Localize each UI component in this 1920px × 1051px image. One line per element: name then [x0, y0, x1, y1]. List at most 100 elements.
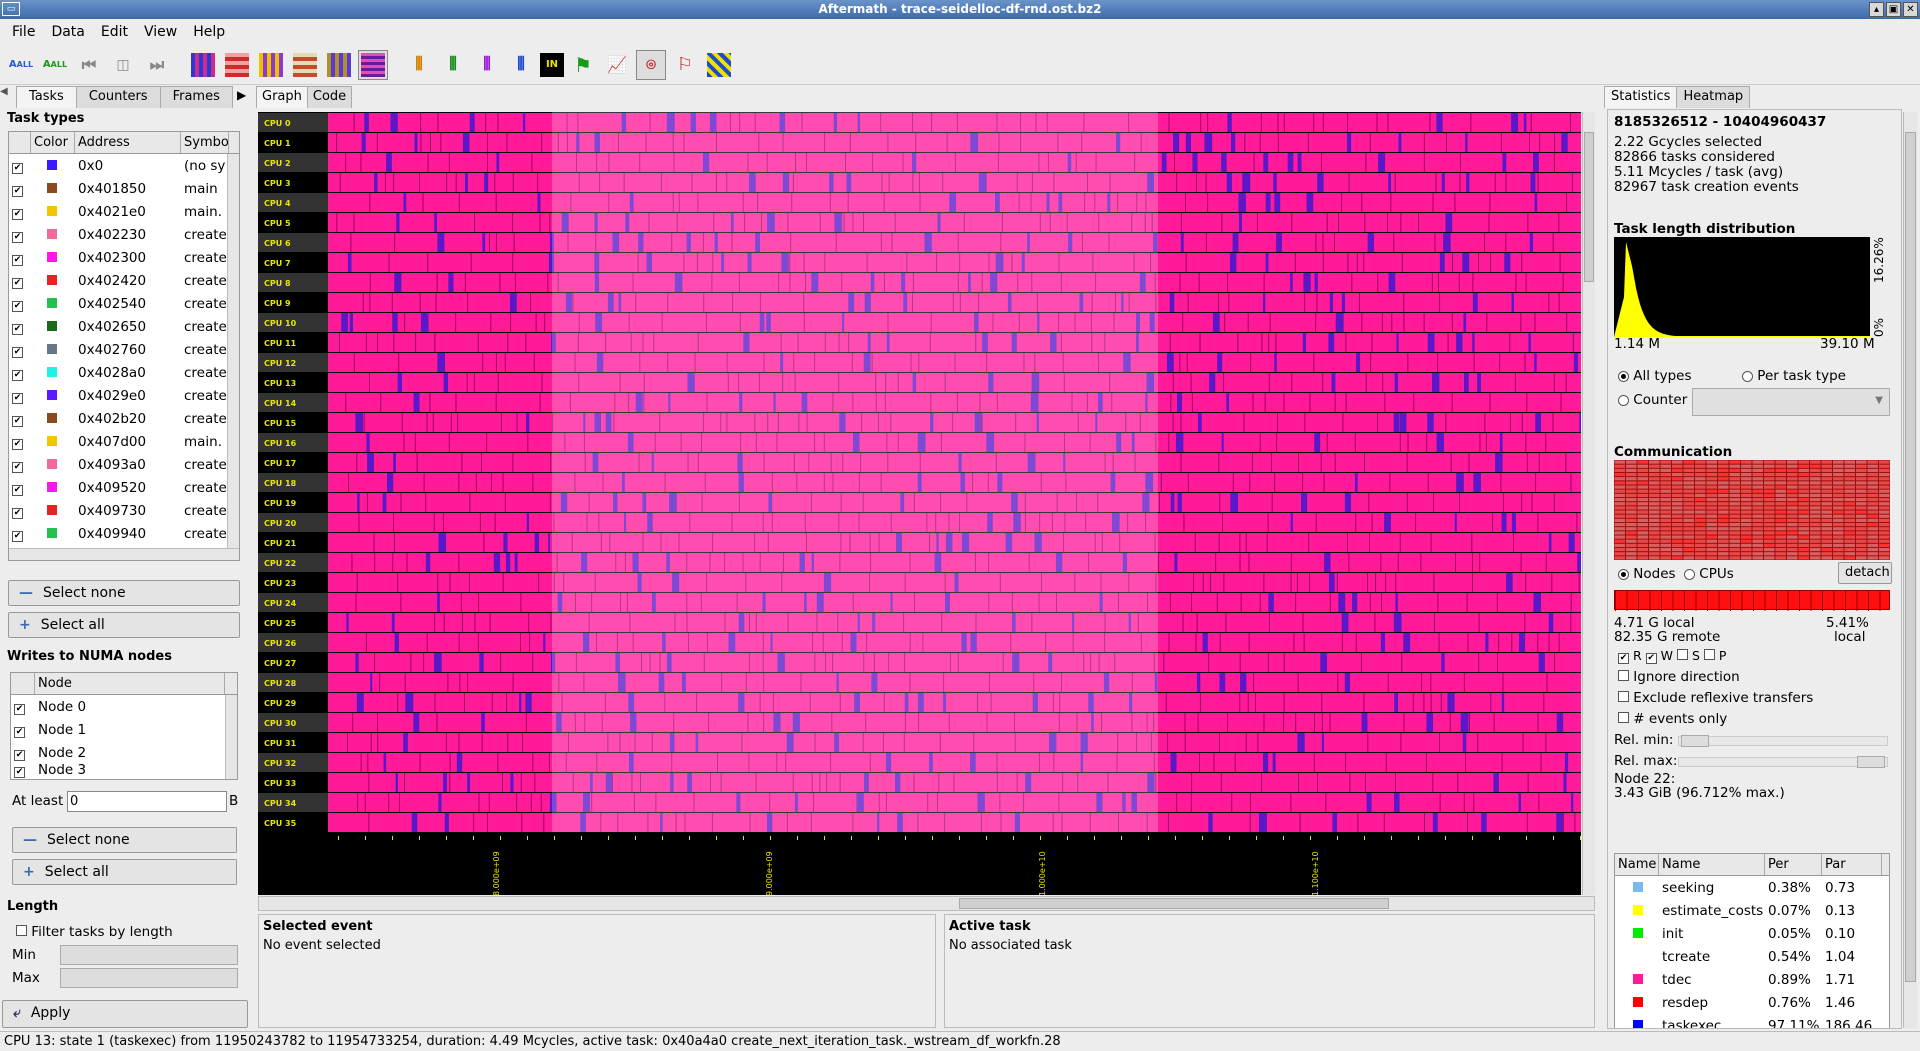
task-state-mark[interactable] [481, 713, 485, 732]
task-state-mark[interactable] [1252, 393, 1254, 412]
task-state-mark[interactable] [443, 613, 445, 632]
task-state-mark[interactable] [1287, 153, 1294, 172]
task-state-mark[interactable] [1421, 673, 1423, 692]
task-state-mark[interactable] [537, 193, 541, 212]
task-state-mark[interactable] [1322, 113, 1324, 132]
task-state-mark[interactable] [1569, 113, 1571, 132]
task-state-mark[interactable] [353, 353, 355, 372]
task-type-color-swatch[interactable] [47, 159, 57, 170]
task-state-mark[interactable] [423, 473, 425, 492]
task-state-mark[interactable] [1436, 113, 1443, 132]
task-state-mark[interactable] [1167, 813, 1169, 832]
task-type-checkbox[interactable]: ✔ [12, 300, 23, 312]
graph-vscrollbar[interactable] [1582, 112, 1595, 895]
task-state-mark[interactable] [1322, 233, 1324, 252]
task-state-mark[interactable] [1221, 433, 1224, 452]
task-state-mark[interactable] [400, 593, 402, 612]
task-state-mark[interactable] [539, 213, 541, 232]
task-state-mark[interactable] [1265, 193, 1271, 212]
task-state-mark[interactable] [1268, 373, 1270, 392]
task-state-mark[interactable] [1184, 713, 1186, 732]
task-state-mark[interactable] [482, 233, 486, 252]
task-state-mark[interactable] [1501, 513, 1507, 532]
task-state-mark[interactable] [465, 173, 468, 192]
task-type-color-swatch[interactable] [47, 251, 57, 262]
task-state-mark[interactable] [1315, 313, 1317, 332]
task-state-mark[interactable] [1337, 673, 1339, 692]
task-type-color-swatch[interactable] [47, 389, 57, 400]
task-state-mark[interactable] [1296, 573, 1298, 592]
task-state-mark[interactable] [1180, 213, 1182, 232]
task-state-mark[interactable] [1426, 713, 1434, 732]
task-state-mark[interactable] [1463, 373, 1469, 392]
task-state-mark[interactable] [1208, 653, 1210, 672]
task-state-mark[interactable] [1548, 613, 1554, 632]
task-type-checkbox[interactable]: ✔ [12, 277, 23, 289]
numa-select-none-button[interactable]: — Select none [12, 827, 237, 853]
task-state-mark[interactable] [394, 273, 402, 292]
task-state-mark[interactable] [426, 633, 428, 652]
task-state-mark[interactable] [1437, 593, 1439, 612]
task-state-mark[interactable] [1533, 153, 1539, 172]
task-state-mark[interactable] [1332, 813, 1338, 832]
task-state-mark[interactable] [1387, 113, 1389, 132]
table-row[interactable]: ✔ 0x4028a0 create [9, 361, 239, 384]
task-state-mark[interactable] [1376, 113, 1378, 132]
task-state-mark[interactable] [496, 153, 500, 172]
task-state-mark[interactable] [1513, 533, 1515, 552]
task-state-mark[interactable] [1490, 693, 1492, 712]
task-state-mark[interactable] [1570, 593, 1572, 612]
task-state-mark[interactable] [1439, 793, 1441, 812]
task-state-mark[interactable] [1180, 453, 1182, 472]
task-type-color-swatch[interactable] [47, 366, 57, 377]
task-state-mark[interactable] [458, 193, 460, 212]
task-state-mark[interactable] [1551, 573, 1553, 592]
numa-scrollbar[interactable] [225, 695, 237, 779]
task-state-mark[interactable] [1538, 793, 1540, 812]
task-state-mark[interactable] [350, 233, 352, 252]
task-state-mark[interactable] [1369, 593, 1371, 612]
task-state-mark[interactable] [1383, 813, 1385, 832]
task-state-mark[interactable] [457, 413, 459, 432]
task-state-mark[interactable] [521, 813, 523, 832]
task-state-mark[interactable] [1554, 653, 1556, 672]
task-state-mark[interactable] [1380, 633, 1386, 652]
task-state-mark[interactable] [1465, 133, 1468, 152]
task-state-mark[interactable] [489, 613, 491, 632]
task-state-mark[interactable] [1415, 513, 1417, 532]
show-data-reads-icon[interactable]: ⫴ [472, 50, 502, 80]
task-state-mark[interactable] [1277, 413, 1279, 432]
task-state-mark[interactable] [507, 333, 509, 352]
task-state-mark[interactable] [1195, 633, 1197, 652]
task-state-mark[interactable] [1217, 353, 1223, 372]
task-state-mark[interactable] [1231, 793, 1233, 812]
task-state-mark[interactable] [345, 393, 347, 412]
task-state-mark[interactable] [500, 653, 502, 672]
task-state-mark[interactable] [1393, 233, 1395, 252]
task-state-mark[interactable] [1564, 753, 1569, 772]
task-state-mark[interactable] [438, 533, 447, 552]
task-state-mark[interactable] [440, 133, 442, 152]
task-state-mark[interactable] [368, 773, 370, 792]
task-state-mark[interactable] [1170, 393, 1172, 412]
task-state-mark[interactable] [1460, 713, 1469, 732]
task-state-mark[interactable] [1274, 473, 1276, 492]
task-state-mark[interactable] [1511, 113, 1519, 132]
task-state-mark[interactable] [1253, 153, 1255, 172]
task-state-mark[interactable] [1573, 353, 1578, 372]
task-state-mark[interactable] [1304, 293, 1306, 312]
task-state-mark[interactable] [386, 473, 394, 492]
task-state-mark[interactable] [550, 613, 552, 632]
task-state-mark[interactable] [1307, 133, 1309, 152]
task-state-mark[interactable] [1290, 573, 1292, 592]
task-state-mark[interactable] [1375, 573, 1377, 592]
task-state-mark[interactable] [1556, 713, 1564, 732]
task-state-mark[interactable] [1219, 633, 1221, 652]
task-state-mark[interactable] [1574, 813, 1576, 832]
task-state-mark[interactable] [1489, 193, 1491, 212]
task-state-mark[interactable] [1172, 413, 1174, 432]
task-state-mark[interactable] [1525, 273, 1527, 292]
task-state-mark[interactable] [1437, 273, 1439, 292]
task-state-mark[interactable] [1479, 553, 1481, 572]
task-state-mark[interactable] [1320, 153, 1322, 172]
